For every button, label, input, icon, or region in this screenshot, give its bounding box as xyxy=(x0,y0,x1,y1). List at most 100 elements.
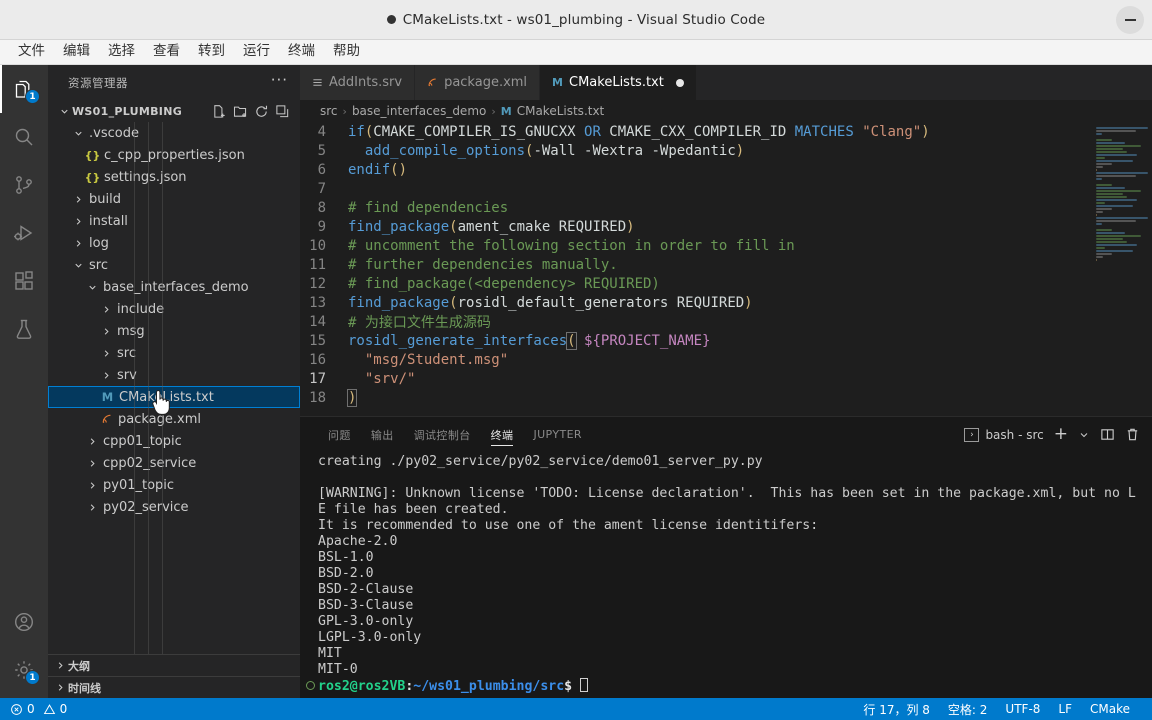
timeline-section[interactable]: 时间线 xyxy=(48,676,300,698)
chevron-right-icon xyxy=(70,191,86,207)
menu-terminal[interactable]: 终端 xyxy=(280,43,323,61)
code-line[interactable]: 15 rosidl_generate_interfaces( ${PROJECT_… xyxy=(300,331,1152,350)
code-line[interactable]: 9 find_package(ament_cmake REQUIRED) xyxy=(300,217,1152,236)
minimap-line xyxy=(1096,157,1106,159)
eol[interactable]: LF xyxy=(1056,702,1074,716)
menu-help[interactable]: 帮助 xyxy=(325,43,368,61)
encoding[interactable]: UTF-8 xyxy=(1003,702,1042,716)
menu-edit[interactable]: 编辑 xyxy=(55,43,98,61)
code-token: # find dependencies xyxy=(348,199,509,216)
minimap-line xyxy=(1096,172,1148,174)
terminal-prompt-line[interactable]: ros2@ros2VB:~/ws01_plumbing/src$ xyxy=(306,678,1142,695)
new-folder-icon[interactable] xyxy=(233,104,248,119)
code-line[interactable]: 4 if(CMAKE_COMPILER_IS_GNUCXX OR CMAKE_CX… xyxy=(300,122,1152,141)
trash-icon[interactable] xyxy=(1125,427,1140,442)
code-line[interactable]: 12 # find_package(<dependency> REQUIRED) xyxy=(300,274,1152,293)
new-file-icon[interactable] xyxy=(212,104,227,119)
menu-file[interactable]: 文件 xyxy=(10,43,53,61)
tree-item-srv[interactable]: srv xyxy=(48,364,300,386)
tree-item-msg[interactable]: msg xyxy=(48,320,300,342)
panel-tab-0[interactable]: 问题 xyxy=(318,417,361,452)
menu-selection[interactable]: 选择 xyxy=(100,43,143,61)
line-number: 18 xyxy=(309,389,326,406)
file-tree[interactable]: .vscode{} c_cpp_properties.json{} settings… xyxy=(48,122,300,654)
line-number: 10 xyxy=(309,237,326,254)
code-editor[interactable]: 4 if(CMAKE_COMPILER_IS_GNUCXX OR CMAKE_CX… xyxy=(300,122,1152,416)
menu-go[interactable]: 转到 xyxy=(190,43,233,61)
cursor-position[interactable]: 行 17，列 8 xyxy=(861,701,932,718)
panel-tab-3[interactable]: 终端 xyxy=(481,417,524,452)
tab-unsaved-dot-icon[interactable] xyxy=(675,78,684,87)
terminal-line: BSL-1.0 xyxy=(318,550,374,565)
tree-item-settings.json[interactable]: {} settings.json xyxy=(48,166,300,188)
chevron-down-icon[interactable] xyxy=(1078,429,1090,441)
tree-item-src[interactable]: src xyxy=(48,342,300,364)
refresh-icon[interactable] xyxy=(254,104,269,119)
activity-item-source-control[interactable] xyxy=(0,161,48,209)
minimap-line xyxy=(1096,154,1137,156)
breadcrumb-item[interactable]: base_interfaces_demo xyxy=(352,104,486,118)
code-line[interactable]: 10 # uncomment the following section in o… xyxy=(300,236,1152,255)
tree-item-package.xml[interactable]: package.xml xyxy=(48,408,300,430)
indentation[interactable]: 空格: 2 xyxy=(946,701,990,718)
sidebar-more-actions-icon[interactable]: ··· xyxy=(271,72,288,87)
menu-view[interactable]: 查看 xyxy=(145,43,188,61)
workspace-root-row[interactable]: WS01_PLUMBING xyxy=(48,100,300,122)
collapse-all-icon[interactable] xyxy=(275,104,290,119)
tree-item-cpp02_service[interactable]: cpp02_service xyxy=(48,452,300,474)
code-line[interactable]: 6 endif() xyxy=(300,160,1152,179)
tree-item-install[interactable]: install xyxy=(48,210,300,232)
language-mode[interactable]: CMake xyxy=(1088,702,1132,716)
editor-tab-addints.srv[interactable]: AddInts.srv xyxy=(300,65,416,100)
code-line[interactable]: 17 "srv/" xyxy=(300,369,1152,388)
tree-item-src[interactable]: src xyxy=(48,254,300,276)
tree-item-py01_topic[interactable]: py01_topic xyxy=(48,474,300,496)
activity-item-settings[interactable]: 1 xyxy=(0,646,48,694)
minimap-line xyxy=(1096,193,1124,195)
tree-item-.vscode[interactable]: .vscode xyxy=(48,122,300,144)
code-line[interactable]: 18) xyxy=(300,388,1152,407)
activity-item-testing[interactable] xyxy=(0,305,48,353)
code-lines[interactable]: 4 if(CMAKE_COMPILER_IS_GNUCXX OR CMAKE_CX… xyxy=(300,122,1152,416)
activity-item-extensions[interactable] xyxy=(0,257,48,305)
code-line[interactable]: 11 # further dependencies manually. xyxy=(300,255,1152,274)
terminal-output[interactable]: creating ./py02_service/py02_service/dem… xyxy=(300,452,1152,698)
code-line[interactable]: 8 # find dependencies xyxy=(300,198,1152,217)
tree-item-c_cpp_properties.json[interactable]: {} c_cpp_properties.json xyxy=(48,144,300,166)
tree-item-log[interactable]: log xyxy=(48,232,300,254)
tree-item-cmakelists.txt[interactable]: M CMakeLists.txt xyxy=(48,386,300,408)
cmake-file-icon: M xyxy=(552,76,563,89)
breadcrumb-item[interactable]: CMakeLists.txt xyxy=(517,104,605,118)
code-line[interactable]: 16 "msg/Student.msg" xyxy=(300,350,1152,369)
code-line[interactable]: 14 # 为接口文件生成源码 xyxy=(300,312,1152,331)
panel-tab-2[interactable]: 调试控制台 xyxy=(404,417,481,452)
minimize-button[interactable] xyxy=(1116,6,1144,34)
breadcrumb-item[interactable]: src xyxy=(320,104,338,118)
activity-item-account[interactable] xyxy=(0,598,48,646)
code-line[interactable]: 7 xyxy=(300,179,1152,198)
editor-tab-package.xml[interactable]: package.xml xyxy=(415,65,541,100)
status-problems[interactable]: 0 0 xyxy=(0,702,67,716)
tree-item-include[interactable]: include xyxy=(48,298,300,320)
tree-item-build[interactable]: build xyxy=(48,188,300,210)
panel-tab-1[interactable]: 输出 xyxy=(361,417,404,452)
tree-item-base_interfaces_demo[interactable]: base_interfaces_demo xyxy=(48,276,300,298)
new-terminal-plus-icon[interactable]: + xyxy=(1054,426,1068,443)
tree-item-py02_service[interactable]: py02_service xyxy=(48,496,300,518)
editor-minimap[interactable] xyxy=(1092,122,1152,416)
split-terminal-icon[interactable] xyxy=(1100,427,1115,442)
outline-section[interactable]: 大纲 xyxy=(48,654,300,676)
activity-item-run-and-debug[interactable] xyxy=(0,209,48,257)
terminal-selector[interactable]: › bash - src xyxy=(964,427,1044,442)
panel-tab-4[interactable]: JUPYTER xyxy=(523,417,592,452)
activity-item-search[interactable] xyxy=(0,113,48,161)
code-line[interactable]: 5 add_compile_options(-Wall -Wextra -Wpe… xyxy=(300,141,1152,160)
activity-item-explorer[interactable]: 1 xyxy=(0,65,48,113)
code-line[interactable]: 13 find_package(rosidl_default_generators… xyxy=(300,293,1152,312)
minimap-line xyxy=(1096,199,1137,201)
vscode-window: CMakeLists.txt - ws01_plumbing - Visual … xyxy=(0,0,1152,720)
editor-tab-cmakelists.txt[interactable]: M CMakeLists.txt xyxy=(540,65,697,100)
menu-run[interactable]: 运行 xyxy=(235,43,278,61)
tree-item-cpp01_topic[interactable]: cpp01_topic xyxy=(48,430,300,452)
